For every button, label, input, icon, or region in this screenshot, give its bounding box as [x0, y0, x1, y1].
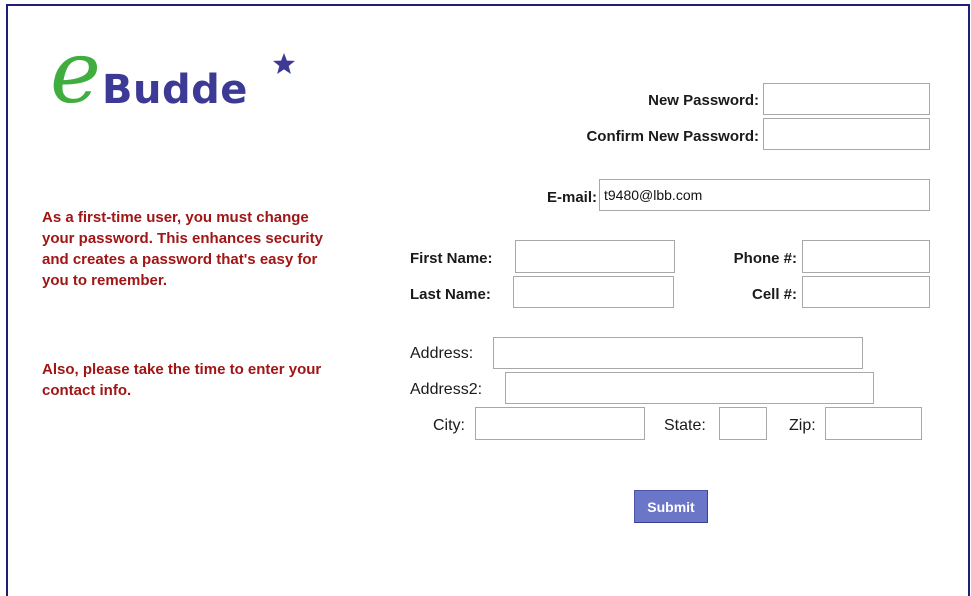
- new-password-field[interactable]: [763, 83, 930, 115]
- first-name-field[interactable]: [515, 240, 675, 273]
- city-label: City:: [433, 417, 465, 434]
- new-password-label: New Password:: [648, 92, 759, 109]
- last-name-label: Last Name:: [410, 286, 491, 303]
- state-label: State:: [664, 417, 706, 434]
- zip-label: Zip:: [789, 417, 816, 434]
- address2-label: Address2:: [410, 381, 483, 398]
- intro-message: As a first-time user, you must change yo…: [42, 209, 323, 289]
- address-field[interactable]: [493, 337, 863, 369]
- zip-field[interactable]: [825, 407, 922, 440]
- confirm-password-label: Confirm New Password:: [586, 128, 759, 145]
- logo-letter: e: [50, 23, 101, 123]
- state-field[interactable]: [719, 407, 767, 440]
- confirm-password-field[interactable]: [763, 118, 930, 150]
- ebudde-logo: e Budde: [50, 30, 310, 130]
- last-name-field[interactable]: [513, 276, 674, 308]
- contact-info-message: Also, please take the time to enter your…: [42, 361, 322, 399]
- star-icon: [273, 53, 295, 74]
- email-field[interactable]: [599, 179, 930, 211]
- submit-button[interactable]: Submit: [634, 490, 708, 523]
- phone-label: Phone #:: [733, 250, 797, 267]
- phone-field[interactable]: [802, 240, 930, 273]
- logo-wordmark: Budde: [102, 67, 248, 113]
- city-field[interactable]: [475, 407, 645, 440]
- cell-field[interactable]: [802, 276, 930, 308]
- address-label: Address:: [410, 345, 474, 362]
- first-name-label: First Name:: [410, 250, 493, 267]
- address2-field[interactable]: [505, 372, 874, 404]
- email-label: E-mail:: [546, 189, 597, 206]
- cell-label: Cell #:: [751, 286, 797, 303]
